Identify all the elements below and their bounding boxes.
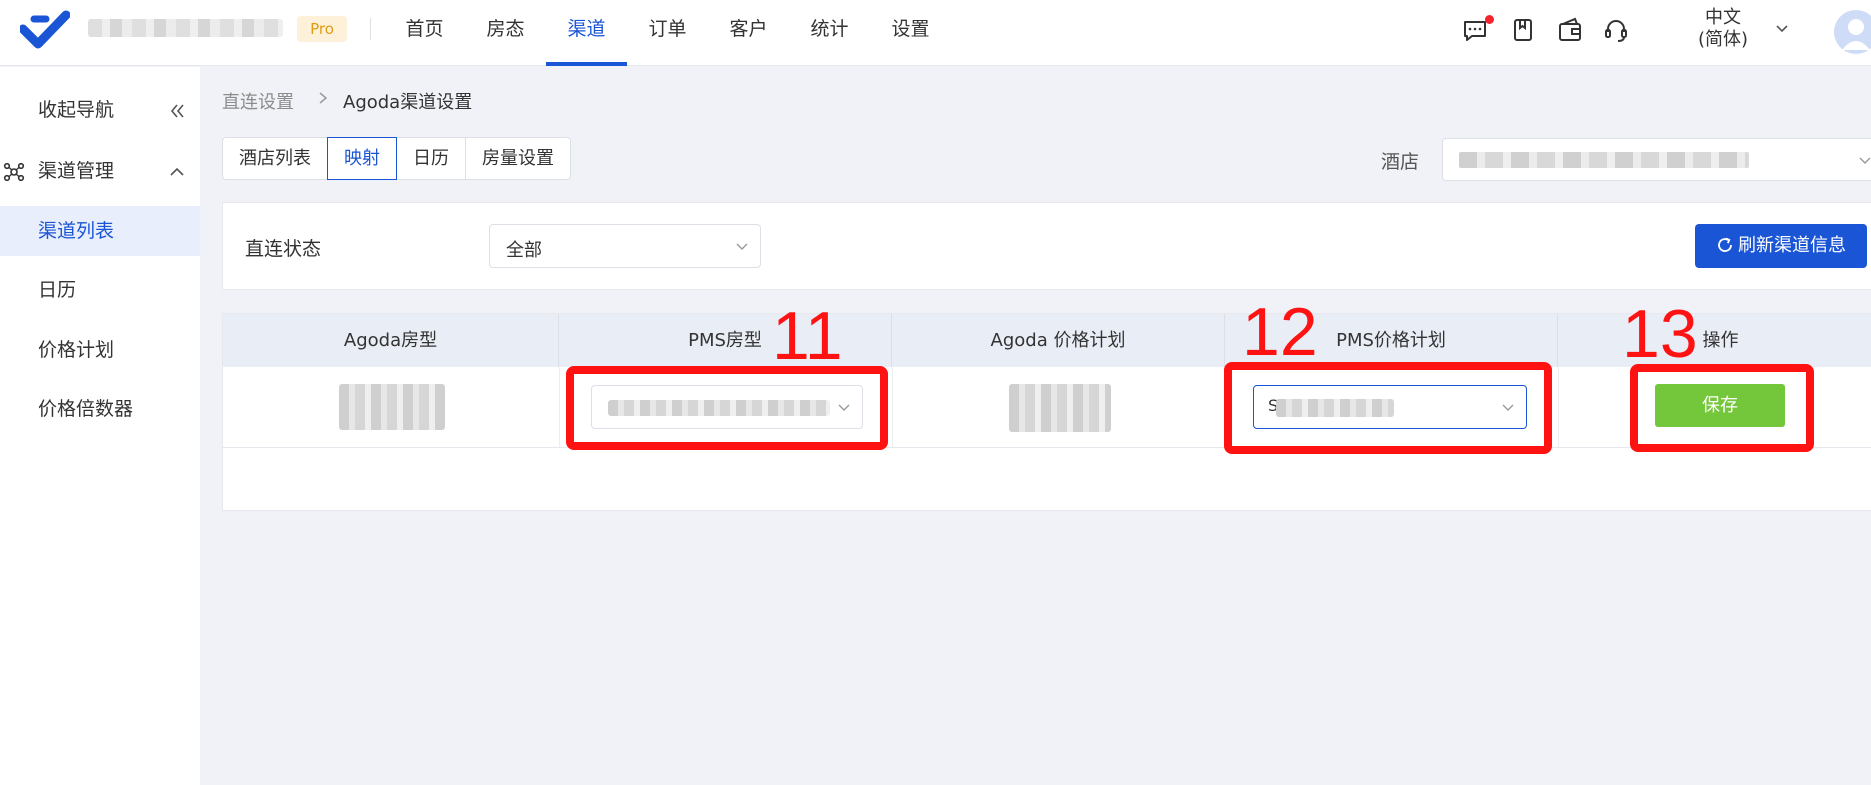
channels-icon [3,162,25,182]
language-line-2: (简体) [1697,29,1749,50]
language-line-1: 中文 [1705,7,1741,28]
pro-badge: Pro [297,16,347,42]
column-header-agoda-room: Agoda房型 [223,314,559,367]
logo-icon[interactable] [20,9,70,49]
sidebar-item-label: 收起导航 [38,99,115,121]
annotation-label-11: 11 [772,298,843,374]
agoda-room-name-blurred [339,384,445,430]
sidebar-item-label: 价格计划 [38,339,115,361]
nav-home[interactable]: 首页 [384,0,465,66]
filter-panel: 直连状态 全部 刷新渠道信息 [222,202,1871,290]
chevron-right-icon [319,92,328,104]
sidebar-item-label: 日历 [38,279,77,301]
double-chevron-left-icon [170,104,184,118]
tab-inventory-settings[interactable]: 房量设置 [465,137,571,180]
breadcrumb-parent[interactable]: 直连设置 [222,88,294,114]
wallet-icon[interactable] [1555,15,1585,45]
nav-room-status[interactable]: 房态 [465,0,546,66]
sidebar-item-label: 价格倍数器 [38,398,134,420]
sidebar-group-channel-management[interactable]: 渠道管理 [0,146,200,196]
brand-name-blurred [88,19,283,37]
main-nav: 首页 房态 渠道 订单 客户 统计 设置 [384,0,951,66]
bookmark-icon[interactable] [1508,15,1538,45]
language-switcher[interactable]: 中文 (简体) [1690,7,1756,51]
nav-channel[interactable]: 渠道 [546,0,627,66]
sidebar-item-label: 渠道管理 [38,160,115,182]
annotation-box-13 [1630,364,1814,452]
divider [223,447,1871,448]
chevron-up-icon [170,167,184,176]
user-icon [1842,19,1870,50]
avatar[interactable] [1834,10,1871,54]
tab-calendar[interactable]: 日历 [396,137,466,180]
divider [892,367,893,447]
connection-status-label: 直连状态 [245,238,322,260]
refresh-label: 刷新渠道信息 [1738,235,1846,256]
nav-settings[interactable]: 设置 [870,0,951,66]
nav-statistics[interactable]: 统计 [789,0,870,66]
column-header-actions: 操作 [1702,330,1739,351]
chevron-down-icon[interactable] [1774,20,1790,36]
hotel-name-blurred [1459,152,1749,168]
annotation-label-13: 13 [1622,296,1698,372]
agoda-rate-plan-blurred [1009,384,1111,432]
tab-mapping[interactable]: 映射 [327,137,397,180]
refresh-channel-button[interactable]: 刷新渠道信息 [1695,224,1867,268]
divider [1558,367,1559,447]
nav-orders[interactable]: 订单 [627,0,708,66]
sidebar-collapse[interactable]: 收起导航 [0,85,200,135]
sidebar-item-price-multiplier[interactable]: 价格倍数器 [0,384,200,434]
annotation-box-11 [566,366,888,450]
connection-status-select[interactable]: 全部 [489,224,761,268]
hotel-label: 酒店 [1381,151,1420,173]
chevron-down-icon [736,243,748,250]
breadcrumb-current: Agoda渠道设置 [343,92,473,113]
sidebar-item-channel-list[interactable]: 渠道列表 [0,206,200,256]
top-bar: Pro 首页 房态 渠道 订单 客户 统计 设置 中文 (简体) [0,0,1871,66]
sidebar: 收起导航 渠道管理 渠道列表 日历 价格计划 价格倍数器 [0,67,200,785]
connection-status-value: 全部 [506,240,542,261]
notification-dot [1485,15,1494,24]
chevron-down-icon [1859,157,1871,164]
annotation-box-12 [1224,362,1552,454]
nav-customers[interactable]: 客户 [708,0,789,66]
headset-icon[interactable] [1601,15,1631,45]
divider [559,367,560,447]
column-header-agoda-rate-plan: Agoda 价格计划 [892,314,1225,367]
refresh-icon [1718,237,1732,252]
annotation-label-12: 12 [1242,294,1318,370]
tab-group: 酒店列表 映射 日历 房量设置 [222,137,571,180]
sidebar-item-rate-plans[interactable]: 价格计划 [0,325,200,375]
tab-hotel-list[interactable]: 酒店列表 [222,137,328,180]
divider [370,18,371,40]
sidebar-item-label: 渠道列表 [38,220,115,242]
sidebar-item-calendar[interactable]: 日历 [0,265,200,315]
hotel-select[interactable]: r [1442,138,1871,181]
